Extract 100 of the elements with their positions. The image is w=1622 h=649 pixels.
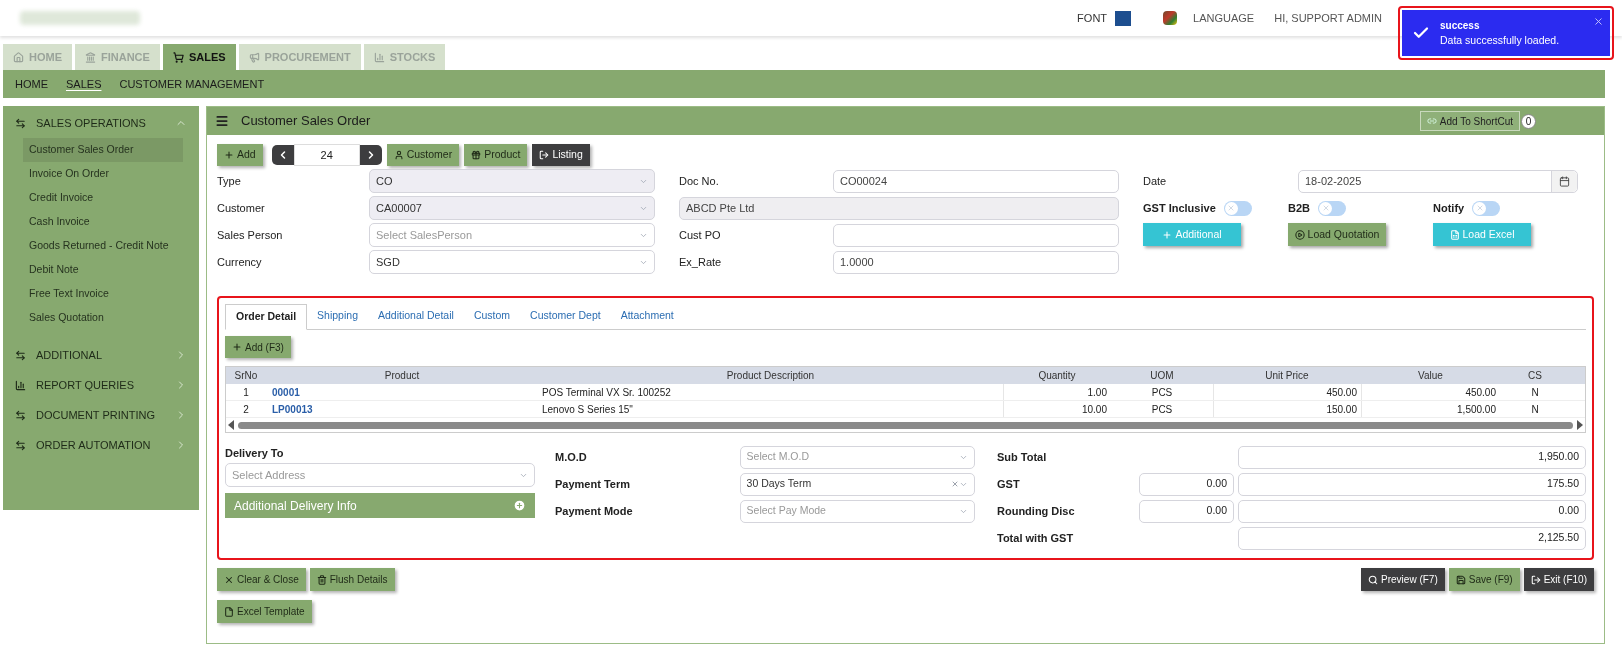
select-field[interactable]: 30 Days Term — [739, 472, 975, 496]
toast-message: Data successfully loaded. — [1440, 32, 1560, 48]
font-size-icon[interactable] — [1115, 10, 1132, 26]
detail-tab[interactable]: Order Detail — [225, 304, 308, 330]
table-cell-text: PCS — [1150, 385, 1174, 400]
close-icon[interactable] — [1593, 16, 1604, 27]
toggle-label: B2B — [1288, 200, 1310, 216]
x-icon — [1475, 204, 1484, 212]
sidebar-section[interactable]: ORDER AUTOMATION — [3, 430, 199, 460]
column-header[interactable]: SrNo — [226, 368, 266, 383]
toolbar-button[interactable]: Listing — [532, 144, 590, 166]
amount-field[interactable]: 1,950.00 — [1238, 445, 1586, 469]
sidebar-section[interactable]: REPORT QUERIES — [3, 370, 199, 400]
select-field[interactable]: Select SalesPerson — [369, 223, 655, 247]
subnav-link[interactable]: HOME — [15, 75, 48, 93]
sidebar-item[interactable]: Customer Sales Order — [23, 138, 183, 162]
product-link[interactable]: 00001 — [266, 384, 538, 400]
language-label[interactable]: LANGUAGE — [1193, 9, 1255, 27]
link-icon — [1426, 116, 1437, 126]
field-label: Total with GST — [997, 530, 1075, 546]
footer-button[interactable]: Excel Template — [217, 600, 312, 623]
column-header[interactable]: Unit Price — [1213, 368, 1361, 383]
subnav-link[interactable]: SALES — [66, 75, 102, 93]
detail-tab[interactable]: Customer Dept — [520, 303, 611, 329]
file-icon — [224, 606, 234, 617]
sidebar-item[interactable]: Cash Invoice — [23, 210, 183, 234]
rate-field[interactable]: 0.00 — [1139, 472, 1234, 496]
toast-title: success — [1440, 18, 1481, 33]
toggle-label: Notify — [1433, 200, 1465, 216]
plus-circle-icon — [513, 499, 526, 512]
amount-field[interactable]: 175.50 — [1238, 472, 1586, 496]
sidebar-item[interactable]: Free Text Invoice — [23, 282, 183, 306]
toggle-switch[interactable] — [1472, 200, 1501, 216]
swap-arrows-icon — [15, 409, 26, 421]
detail-tab[interactable]: Attachment — [610, 303, 684, 329]
subnav-link[interactable]: CUSTOMER MANAGEMENT — [119, 75, 265, 93]
column-header[interactable]: Product Description — [538, 368, 1003, 383]
previous-button[interactable] — [271, 145, 294, 165]
detail-tab[interactable]: Shipping — [307, 303, 368, 329]
menu-icon[interactable] — [215, 114, 229, 128]
sidebar-item[interactable]: Credit Invoice — [23, 186, 183, 210]
product-link[interactable]: LP00013 — [266, 401, 538, 417]
sidebar-section[interactable]: ADDITIONAL — [3, 340, 199, 370]
amount-field[interactable]: 0.00 — [1238, 499, 1586, 523]
add-button[interactable]: Add — [217, 144, 263, 166]
footer-button[interactable]: Exit (F10) — [1523, 568, 1594, 591]
add-shortcut-button[interactable]: Add To ShortCut — [1419, 111, 1520, 131]
footer-button[interactable]: Flush Details — [309, 568, 395, 591]
toggle-switch[interactable] — [1223, 200, 1252, 216]
table-cell-text: PCS — [1150, 402, 1174, 417]
column-header[interactable]: CS — [1500, 368, 1570, 383]
toggle-switch[interactable] — [1318, 200, 1346, 216]
flag-icon[interactable] — [1163, 11, 1178, 25]
table-cell-text: Lenovo S Series 15" — [541, 402, 634, 417]
table-cell-text: N — [1530, 385, 1540, 400]
footer-button[interactable]: Preview (F7) — [1361, 568, 1445, 591]
select-field[interactable]: Select M.O.D — [739, 445, 975, 469]
toolbar-button[interactable]: Product — [464, 144, 528, 166]
footer-button[interactable]: Clear & Close — [217, 568, 306, 591]
field-label: Cust PO — [679, 227, 722, 243]
detail-tab[interactable]: Custom — [463, 303, 521, 329]
sidebar-item[interactable]: Sales Quotation — [23, 306, 183, 330]
toggle-label: GST Inclusive — [1143, 200, 1216, 216]
select-field[interactable]: Select Pay Mode — [739, 499, 975, 523]
column-header[interactable]: UOM — [1111, 368, 1213, 383]
action-button[interactable]: Load Quotation — [1288, 223, 1386, 246]
rate-field[interactable]: 0.00 — [1139, 499, 1234, 523]
date-field[interactable]: 18-02-2025 — [1298, 169, 1578, 193]
clear-icon[interactable] — [951, 480, 959, 488]
field-label: Type — [217, 173, 242, 189]
field-label: Payment Term — [555, 476, 631, 492]
table-cell: 450.00 — [1213, 384, 1361, 400]
font-label: FONT — [1077, 10, 1108, 26]
sidebar-item[interactable]: Invoice On Order — [23, 162, 183, 186]
user-greeting[interactable]: HI, SUPPORT ADMIN — [1274, 9, 1382, 27]
column-header[interactable]: Product — [266, 368, 538, 383]
sidebar-section[interactable]: SALES OPERATIONS — [3, 108, 199, 138]
detail-tab[interactable]: Additional Detail — [368, 303, 464, 329]
footer-button[interactable]: Save (F9) — [1448, 568, 1520, 591]
text-field[interactable]: 1.0000 — [833, 250, 1119, 274]
select-field[interactable]: Select Address — [225, 463, 535, 487]
calendar-icon[interactable] — [1559, 175, 1570, 187]
page-title: Customer Sales Order — [241, 112, 371, 131]
toolbar-button[interactable]: Customer — [386, 144, 460, 166]
add-row-button[interactable]: Add (F3) — [225, 336, 291, 358]
sidebar-section[interactable]: DOCUMENT PRINTING — [3, 400, 199, 430]
text-field[interactable] — [833, 223, 1119, 247]
column-header[interactable]: Value — [1361, 368, 1500, 383]
amount-field[interactable]: 2,125.50 — [1238, 526, 1586, 550]
select-field[interactable]: SGD — [369, 250, 655, 274]
record-number-field[interactable]: 24 — [293, 144, 360, 166]
search-icon — [1368, 574, 1379, 585]
text-field[interactable]: CO00024 — [833, 169, 1119, 193]
table-cell-text: N — [1530, 402, 1540, 417]
module-tab[interactable]: SALES — [162, 44, 236, 70]
sidebar-item[interactable]: Goods Returned - Credit Note — [23, 234, 183, 258]
sidebar-item[interactable]: Debit Note — [23, 258, 183, 282]
next-button[interactable] — [359, 145, 382, 165]
column-header[interactable]: Quantity — [1003, 368, 1111, 383]
field-label: Rounding Disc — [997, 503, 1076, 519]
